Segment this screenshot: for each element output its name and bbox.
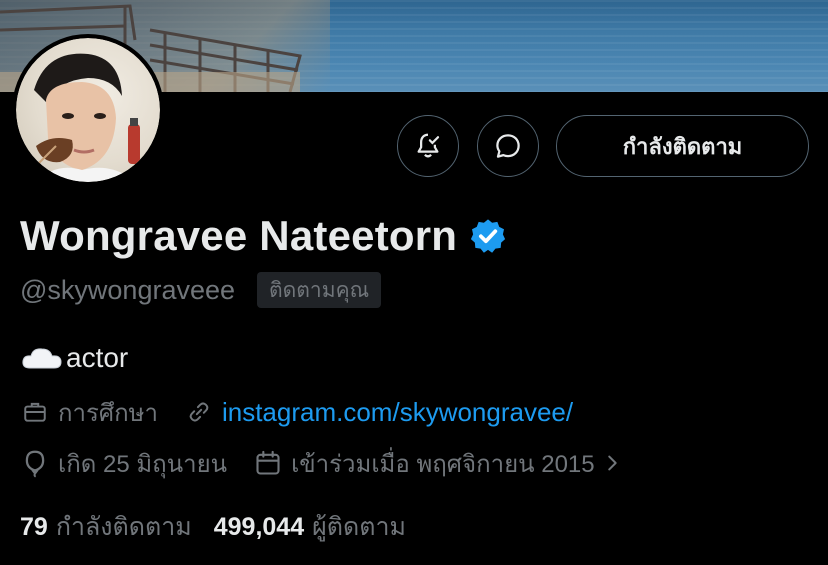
chevron-right-icon[interactable] [601, 451, 623, 475]
avatar-portrait-drawing [31, 53, 140, 182]
following-button[interactable]: กำลังติดตาม [556, 115, 809, 177]
profile-page: กำลังติดตาม Wongravee Nateetorn @skywong… [0, 0, 828, 565]
message-bubble-icon [496, 134, 520, 158]
profile-bio: actor [20, 338, 128, 378]
balloon-icon [25, 450, 45, 478]
handle-row: @skywongraveee ติดตามคุณ [20, 270, 382, 310]
display-name: Wongravee Nateetorn [20, 212, 458, 259]
birthday-label: เกิด 25 มิถุนายน [58, 450, 228, 478]
notification-button[interactable] [397, 115, 459, 177]
calendar-icon [256, 450, 280, 475]
verified-badge-icon[interactable] [469, 217, 507, 255]
website-link[interactable]: instagram.com/skywongravee/ [222, 397, 573, 428]
bio-text: actor [66, 342, 129, 373]
birthday-item: เกิด 25 มิถุนายน [20, 444, 227, 483]
username-handle: @skywongraveee [20, 274, 236, 305]
category-item: การศึกษา [20, 393, 158, 432]
followers-stat[interactable]: 499,044 ผู้ติดตาม [214, 507, 406, 547]
profile-meta-row-2: เกิด 25 มิถุนายน เข้าร่วมเมื่อ พฤศจิกายน… [20, 443, 657, 483]
cloud-icon [22, 348, 62, 369]
joined-label: เข้าร่วมเมื่อ พฤศจิกายน 2015 [291, 450, 595, 478]
category-label: การศึกษา [58, 399, 158, 427]
avatar-photo [16, 38, 160, 182]
link-icon [189, 402, 209, 422]
followers-label: ผู้ติดตาม [312, 513, 406, 541]
briefcase-icon [24, 402, 46, 422]
profile-avatar[interactable] [12, 34, 164, 186]
profile-meta-row-1: การศึกษา instagram.com/skywongravee/ [20, 392, 599, 432]
bell-check-icon [417, 133, 440, 158]
name-row: Wongravee Nateetorn [20, 208, 507, 264]
follows-you-badge: ติดตามคุณ [257, 272, 382, 308]
message-button[interactable] [477, 115, 539, 177]
followers-count: 499,044 [213, 513, 305, 541]
follow-stats: 79 กำลังติดตาม 499,044 ผู้ติดตาม [20, 507, 428, 547]
website-item[interactable]: instagram.com/skywongravee/ [184, 397, 573, 428]
following-count: 79 [20, 513, 48, 541]
following-stat[interactable]: 79 กำลังติดตาม [20, 507, 192, 547]
joined-item[interactable]: เข้าร่วมเมื่อ พฤศจิกายน 2015 [253, 444, 631, 483]
following-label: กำลังติดตาม [55, 513, 192, 541]
